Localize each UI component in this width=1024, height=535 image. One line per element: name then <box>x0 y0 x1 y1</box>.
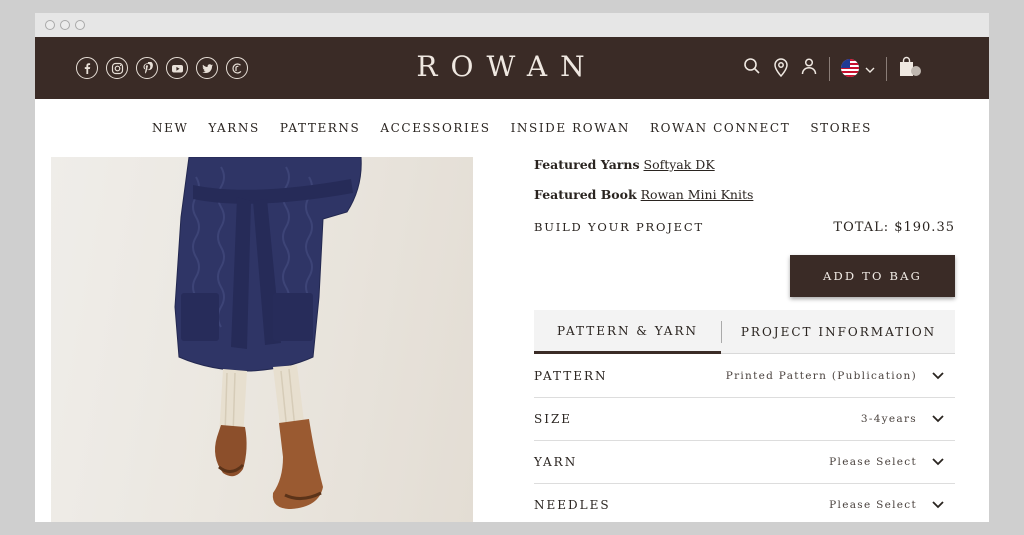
tab-pattern-yarn[interactable]: PATTERN & YARN <box>534 310 721 354</box>
account-icon[interactable] <box>799 56 819 80</box>
project-tabs: PATTERN & YARN PROJECT INFORMATION <box>534 310 955 354</box>
nav-item-yarns[interactable]: YARNS <box>208 121 259 135</box>
featured-book-label: Featured Book <box>534 187 637 202</box>
shopping-bag-icon[interactable] <box>897 56 923 84</box>
featured-yarns: Featured Yarns Softyak DK <box>534 157 715 172</box>
header-divider <box>886 57 887 81</box>
add-to-bag-button[interactable]: ADD TO BAG <box>790 255 955 297</box>
tab-project-information[interactable]: PROJECT INFORMATION <box>722 310 955 354</box>
pinterest-icon[interactable] <box>136 57 158 79</box>
option-label: PATTERN <box>534 369 608 383</box>
nav-item-rowan-connect[interactable]: ROWAN CONNECT <box>650 121 790 135</box>
featured-yarns-label: Featured Yarns <box>534 157 640 172</box>
us-flag-icon[interactable] <box>840 58 860 82</box>
chevron-down-icon[interactable] <box>931 370 945 382</box>
nav-item-accessories[interactable]: ACCESSORIES <box>380 121 490 135</box>
instagram-icon[interactable] <box>106 57 128 79</box>
chevron-down-icon[interactable] <box>931 499 945 511</box>
ravelry-icon[interactable] <box>226 57 248 79</box>
featured-book: Featured Book Rowan Mini Knits <box>534 187 753 202</box>
option-label: YARN <box>534 455 578 469</box>
option-row-yarn[interactable]: YARN Please Select <box>534 441 955 484</box>
option-value: Printed Pattern (Publication) <box>725 370 917 382</box>
option-label: SIZE <box>534 412 573 426</box>
nav-item-patterns[interactable]: PATTERNS <box>280 121 361 135</box>
product-photo-illustration <box>174 157 362 509</box>
window-chrome <box>35 13 989 37</box>
nav-item-new[interactable]: NEW <box>152 121 188 135</box>
option-value: Please Select <box>829 499 917 511</box>
option-row-needles[interactable]: NEEDLES Please Select <box>534 484 955 522</box>
option-value: Please Select <box>829 456 917 468</box>
featured-book-link[interactable]: Rowan Mini Knits <box>641 187 754 202</box>
search-icon[interactable] <box>742 56 762 80</box>
nav-item-inside-rowan[interactable]: INSIDE ROWAN <box>511 121 630 135</box>
chevron-down-icon[interactable] <box>931 413 945 425</box>
header-divider <box>829 57 830 81</box>
chevron-down-icon[interactable] <box>864 61 876 80</box>
main-nav: NEW YARNS PATTERNS ACCESSORIES INSIDE RO… <box>35 99 989 157</box>
option-row-size[interactable]: SIZE 3-4years <box>534 398 955 441</box>
build-project-heading: BUILD YOUR PROJECT <box>534 220 704 234</box>
site-logo[interactable]: ROWAN <box>407 50 607 83</box>
product-image[interactable] <box>51 157 473 522</box>
option-label: NEEDLES <box>534 498 611 512</box>
featured-yarns-link[interactable]: Softyak DK <box>644 157 715 172</box>
window-close-dot[interactable] <box>45 20 55 30</box>
store-locator-icon[interactable] <box>771 56 791 82</box>
total-price: TOTAL: $190.35 <box>833 220 955 235</box>
youtube-icon[interactable] <box>166 57 188 79</box>
option-value: 3-4years <box>860 413 917 425</box>
window-maximize-dot[interactable] <box>75 20 85 30</box>
site-header: ROWAN <box>35 37 989 99</box>
chevron-down-icon[interactable] <box>931 456 945 468</box>
twitter-icon[interactable] <box>196 57 218 79</box>
facebook-icon[interactable] <box>76 57 98 79</box>
option-row-pattern[interactable]: PATTERN Printed Pattern (Publication) <box>534 355 955 398</box>
nav-item-stores[interactable]: STORES <box>810 121 872 135</box>
browser-window: ROWAN NEW YARNS PATTERNS ACCESSORIES INS… <box>35 13 989 522</box>
window-minimize-dot[interactable] <box>60 20 70 30</box>
